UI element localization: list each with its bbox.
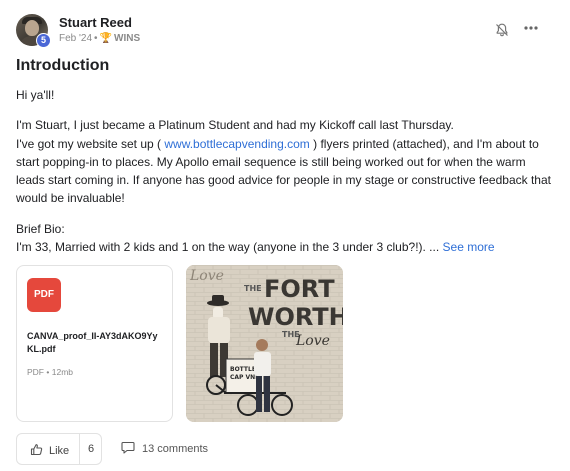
flyer-love-top: Love	[189, 268, 224, 284]
comments-count-label: 13 comments	[142, 443, 209, 455]
bio-paragraph: I'm 33, Married with 2 kids and 1 on the…	[16, 238, 556, 256]
pdf-file-size: 12mb	[51, 367, 73, 377]
see-more-link[interactable]: See more	[443, 240, 495, 254]
post-body: Hi ya'll! I'm Stuart, I just became a Pl…	[16, 86, 556, 256]
post-header: 5 Stuart Reed Feb '24 • 🏆 WINS	[16, 12, 554, 48]
flyer-the: THE	[244, 284, 262, 293]
like-label: Like	[49, 445, 70, 457]
trophy-icon: 🏆	[99, 33, 113, 44]
pdf-file-type: PDF	[27, 367, 44, 377]
body-line-1: I'm Stuart, I just became a Platinum Stu…	[16, 118, 454, 133]
post-category[interactable]: WINS	[114, 33, 140, 44]
post-footer: Like 6 13 comments	[16, 433, 554, 465]
like-button[interactable]: Like 6	[16, 433, 102, 465]
comment-icon	[121, 441, 135, 457]
body-paragraph: I'm Stuart, I just became a Platinum Stu…	[16, 116, 556, 207]
pdf-file-icon: PDF	[27, 278, 61, 312]
bio-label: Brief Bio:	[16, 221, 65, 236]
level-badge: 5	[36, 33, 51, 48]
pdf-attachment-card[interactable]: PDF CANVA_proof_II-AY3dAKO9YyKL.pdf PDF …	[16, 265, 173, 422]
more-horizontal-icon[interactable]	[522, 20, 540, 36]
flyer-fort: FORT	[264, 275, 335, 303]
pdf-file-meta: PDF • 12mb	[27, 367, 73, 377]
comments-button[interactable]: 13 comments	[121, 441, 208, 457]
bell-icon[interactable]	[494, 22, 510, 38]
post-title: Introduction	[16, 57, 110, 74]
flyer-image: Love THE FORT WORTH THE Love BOTTLE CAP …	[186, 265, 343, 422]
post-date: Feb '24	[59, 33, 93, 44]
body-greeting: Hi ya'll!	[16, 88, 55, 102]
pdf-meta-separator: •	[46, 367, 50, 377]
flyer-worth: WORTH	[248, 303, 343, 331]
flyer-love-bottom: Love	[295, 333, 330, 349]
thumbs-up-icon	[30, 443, 43, 459]
image-attachment-thumbnail[interactable]: Love THE FORT WORTH THE Love BOTTLE CAP …	[186, 265, 343, 422]
like-count[interactable]: 6	[79, 443, 103, 455]
pdf-file-name: CANVA_proof_II-AY3dAKO9YyKL.pdf	[27, 331, 158, 354]
bio-text: I'm 33, Married with 2 kids and 1 on the…	[16, 240, 443, 255]
post-meta: Feb '24 • 🏆 WINS	[59, 33, 140, 44]
author-name[interactable]: Stuart Reed	[59, 15, 132, 30]
website-link[interactable]: www.bottlecapvending.com	[164, 137, 309, 151]
cart-text-1: BOTTLE	[230, 366, 256, 373]
meta-separator: •	[94, 33, 98, 44]
body-line-2-start: I've got my website set up (	[16, 136, 165, 151]
avatar-face	[25, 20, 39, 36]
